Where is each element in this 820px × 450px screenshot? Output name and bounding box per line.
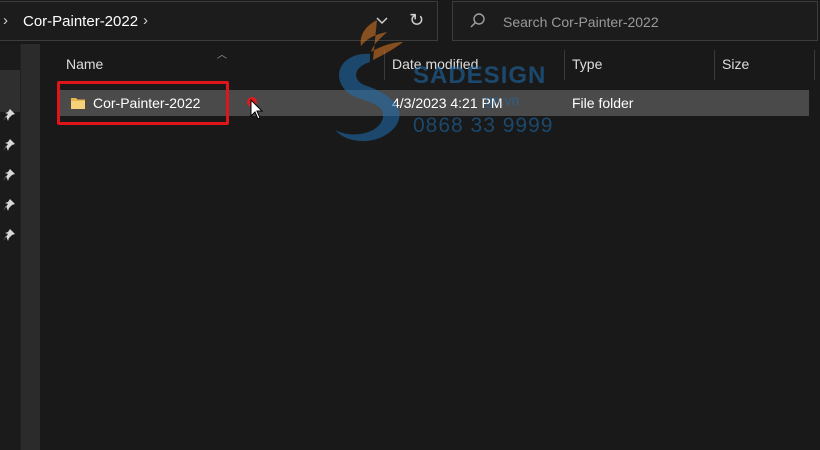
pin-icon[interactable] [2,138,16,152]
nav-selected-item[interactable] [0,70,20,112]
mouse-cursor-icon [250,99,264,120]
column-divider[interactable] [384,50,385,80]
navigation-scrollbar[interactable] [20,44,41,450]
search-icon [469,12,487,35]
column-divider[interactable] [714,50,715,80]
column-divider[interactable] [814,50,815,80]
column-divider[interactable] [564,50,565,80]
search-input[interactable]: Search Cor-Painter-2022 [503,14,659,30]
breadcrumb-chevron-icon[interactable]: › [3,12,8,29]
address-bar[interactable]: › Cor-Painter-2022 › ↻ [0,1,438,41]
row-type: File folder [572,95,634,111]
address-dropdown-icon[interactable] [375,13,389,32]
pin-icon[interactable] [2,168,16,182]
search-box[interactable]: Search Cor-Painter-2022 [452,1,818,41]
pin-icon[interactable] [2,108,16,122]
row-date-modified: 4/3/2023 4:21 PM [392,95,503,111]
breadcrumb-chevron-icon[interactable]: › [143,12,148,29]
column-header-type[interactable]: Type [572,56,602,72]
pin-icon[interactable] [2,228,16,242]
column-header-size[interactable]: Size [722,56,749,72]
breadcrumb-current-folder[interactable]: Cor-Painter-2022 [23,13,138,30]
refresh-icon[interactable]: ↻ [409,10,424,31]
pin-icon[interactable] [2,198,16,212]
top-bar: › Cor-Painter-2022 › ↻ Search Cor-Painte… [0,0,820,44]
navigation-pane [0,44,20,450]
column-header-date-modified[interactable]: Date modified [392,56,478,72]
sort-ascending-icon: ︿ [217,50,227,61]
highlight-annotation-box [57,81,229,125]
column-header-name[interactable]: Name [66,56,103,72]
column-header-row: ︿ Name Date modified Type Size [40,44,820,84]
